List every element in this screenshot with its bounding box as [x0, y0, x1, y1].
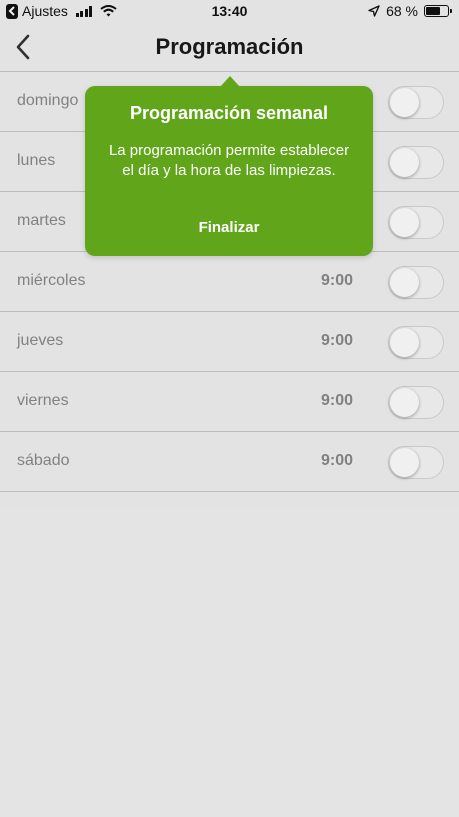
- day-toggle[interactable]: [388, 386, 444, 419]
- day-label: lunes: [17, 152, 56, 169]
- tooltip-arrow: [220, 76, 240, 87]
- schedule-row: miércoles 9:00: [0, 252, 459, 312]
- status-right: 68 %: [368, 3, 452, 19]
- day-toggle[interactable]: [388, 326, 444, 359]
- time-label[interactable]: 9:00: [321, 452, 353, 470]
- battery-percent: 68 %: [386, 3, 418, 19]
- status-bar: Ajustes 13:40 68 %: [0, 0, 459, 24]
- toggle-knob: [390, 448, 419, 477]
- day-toggle[interactable]: [388, 206, 444, 239]
- day-label: domingo: [17, 92, 79, 109]
- time-label[interactable]: 9:00: [321, 332, 353, 350]
- toggle-knob: [390, 388, 419, 417]
- battery-level: [426, 7, 441, 15]
- tooltip-title: Programación semanal: [129, 103, 329, 123]
- schedule-row: sábado 9:00: [0, 432, 459, 492]
- battery-icon: [424, 5, 452, 17]
- toggle-knob: [390, 328, 419, 357]
- toggle-knob: [390, 88, 419, 117]
- onboarding-tooltip: Programación semanal La programación per…: [85, 76, 373, 256]
- day-toggle[interactable]: [388, 446, 444, 479]
- time-label[interactable]: 9:00: [321, 392, 353, 410]
- day-label: sábado: [17, 452, 70, 469]
- toggle-knob: [390, 208, 419, 237]
- toggle-knob: [390, 268, 419, 297]
- day-label: jueves: [17, 332, 64, 349]
- schedule-row: viernes 9:00: [0, 372, 459, 432]
- day-label: viernes: [17, 392, 69, 409]
- toggle-knob: [390, 148, 419, 177]
- time-label[interactable]: 9:00: [321, 272, 353, 290]
- tooltip-body: La programación permite establecer el dí…: [108, 142, 350, 179]
- finish-button[interactable]: Finalizar: [85, 219, 373, 236]
- location-arrow-icon: [368, 5, 380, 17]
- day-label: martes: [17, 212, 66, 229]
- day-toggle[interactable]: [388, 266, 444, 299]
- nav-bar: Programación: [0, 24, 459, 71]
- day-label: miércoles: [17, 272, 86, 289]
- day-toggle[interactable]: [388, 146, 444, 179]
- day-toggle[interactable]: [388, 86, 444, 119]
- page-title: Programación: [155, 34, 304, 59]
- schedule-row: jueves 9:00: [0, 312, 459, 372]
